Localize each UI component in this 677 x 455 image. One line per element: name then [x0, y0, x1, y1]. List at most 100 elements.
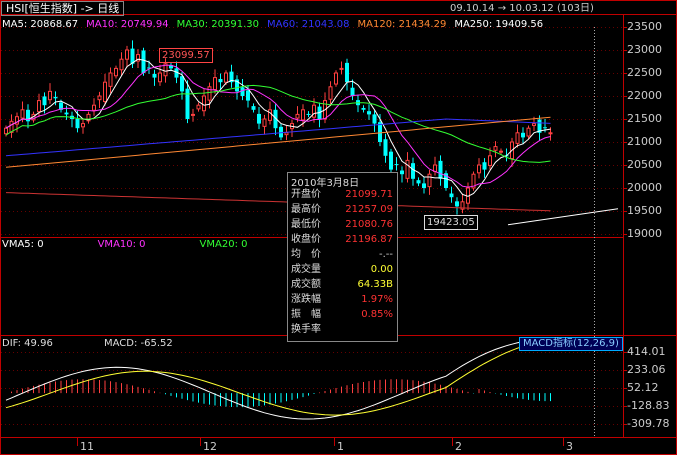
- low-annotation: 19423.05: [424, 215, 478, 230]
- candle-body-up: [202, 95, 206, 112]
- price-axis-label: 22000: [627, 89, 662, 102]
- volume-legend: VMA5: 0 VMA10: 0 VMA20: 0: [2, 238, 302, 251]
- candle-body-up: [532, 123, 536, 126]
- candle-body-down: [240, 87, 245, 96]
- candle-body-up: [191, 113, 195, 116]
- tooltip-label: 收盘价: [291, 234, 321, 245]
- candle-body-up: [427, 173, 432, 188]
- tooltip-row: 收盘价 21196.87: [291, 233, 395, 246]
- macd-axis-label: -309.78: [627, 417, 670, 430]
- candle-body-up: [262, 118, 267, 127]
- macd-axis-label: 233.06: [627, 363, 666, 376]
- candle-body-up: [268, 109, 272, 121]
- candle-body-up: [499, 150, 503, 153]
- candle-body-up: [312, 104, 316, 118]
- tooltip-row: 均 价 -.--: [291, 248, 395, 261]
- candle-body-up: [4, 127, 8, 135]
- time-axis-label: 2: [455, 440, 462, 453]
- candle-body-up: [284, 132, 289, 136]
- candle-body-down: [361, 107, 366, 110]
- tooltip-label: 均 价: [291, 249, 321, 260]
- candle-body-down: [521, 132, 525, 138]
- candle-body-up: [20, 109, 25, 119]
- time-axis-label: 11: [80, 440, 94, 453]
- candle-body-up: [158, 72, 162, 83]
- price-axis-label: 21500: [627, 112, 662, 125]
- macd-axis-label: 52.12: [627, 380, 659, 394]
- symbol-title[interactable]: HSI[恒生指数] -> 日线: [1, 1, 125, 16]
- candle-body-down: [383, 139, 388, 156]
- candle-body-up: [92, 104, 96, 111]
- candle-body-up: [119, 58, 124, 71]
- candle-body-down: [416, 180, 421, 184]
- candle-body-down: [185, 88, 190, 119]
- volume-legend-item: VMA5: 0: [2, 239, 44, 250]
- tooltip-value: 21080.76: [345, 219, 393, 230]
- candle-body-up: [207, 86, 212, 101]
- tooltip-label: 最低价: [291, 219, 321, 230]
- macd-axis-label: -128.83: [627, 398, 670, 412]
- ma250-segment: [507, 208, 619, 226]
- candle-body-down: [482, 162, 487, 170]
- tooltip-label: 最高价: [291, 204, 321, 215]
- candle-body-down: [378, 122, 382, 142]
- price-axis-label: 23000: [627, 43, 662, 56]
- volume-legend-item: VMA20: 0: [199, 239, 248, 250]
- candle-body-up: [515, 132, 520, 144]
- candle-body-up: [97, 95, 102, 101]
- time-axis-label: 12: [203, 440, 217, 453]
- tooltip-label: 成交量: [291, 264, 321, 275]
- candle-body-up: [548, 132, 553, 135]
- candle-body-down: [367, 111, 371, 115]
- tooltip-label: 换手率: [291, 324, 321, 335]
- tooltip-value: 0.85%: [361, 309, 393, 320]
- candle-body-down: [218, 78, 223, 83]
- candle-body-down: [257, 113, 261, 124]
- candle-body-down: [180, 76, 184, 92]
- tooltip-label: 振 幅: [291, 309, 321, 320]
- macd-layer: [5, 338, 551, 420]
- candle-body-up: [405, 159, 410, 179]
- chart-stage[interactable]: HSI[恒生指数] -> 日线 09.10.14 → 10.03.12 (103…: [0, 0, 677, 455]
- price-axis-label: 20500: [627, 158, 662, 171]
- candle-body-down: [306, 113, 311, 115]
- tooltip-value: -.--: [378, 249, 393, 260]
- candle-body-up: [526, 127, 531, 137]
- ohlc-tooltip: 2010年3月8日 开盘价 21099.71 最高价 21257.09 最低价 21080…: [287, 172, 398, 342]
- candle-body-up: [224, 72, 228, 83]
- candle-body-up: [334, 72, 338, 85]
- price-axis-label: 20000: [627, 181, 662, 194]
- tooltip-row: 振 幅 0.85%: [291, 308, 395, 321]
- candle-body-down: [394, 164, 399, 166]
- ma-legend-item: MA30: 20391.30: [176, 19, 260, 30]
- time-axis-label: 3: [566, 440, 573, 453]
- candle-body-down: [389, 151, 393, 170]
- candle-body-up: [48, 90, 52, 101]
- macd-indicator-button[interactable]: MACD指标(12,26,9): [519, 337, 623, 351]
- candle-body-down: [372, 114, 377, 124]
- candle-body-down: [411, 163, 415, 179]
- candle-body-down: [279, 126, 283, 138]
- candle-body-up: [328, 86, 333, 100]
- tooltip-row: 最高价 21257.09: [291, 203, 395, 216]
- tooltip-value: 21099.71: [345, 189, 393, 200]
- dif-value: DIF: 49.96: [2, 338, 53, 349]
- ma10-line: [5, 64, 551, 188]
- candle-body-down: [251, 106, 256, 110]
- price-axis-label: 19000: [627, 227, 662, 240]
- macd-axis-label: 414.01: [627, 345, 666, 358]
- date-range: 09.10.14 → 10.03.12 (103日): [450, 3, 594, 14]
- tooltip-value: 21257.09: [345, 204, 393, 215]
- dif-line: [5, 338, 551, 420]
- tooltip-row: 成交量 0.00: [291, 263, 395, 276]
- tooltip-label: 成交额: [291, 279, 321, 290]
- tooltip-date: 2010年3月8日: [291, 178, 360, 189]
- ma-legend-item: MA60: 21043.08: [267, 19, 350, 30]
- candle-body-down: [53, 96, 58, 99]
- tooltip-row: 成交额 64.33B: [291, 278, 395, 291]
- tooltip-row: 最低价 21080.76: [291, 218, 395, 231]
- candle-body-down: [455, 201, 459, 207]
- tooltip-value: 0.00: [370, 264, 393, 275]
- candle-body-up: [114, 67, 118, 77]
- ma-legend: MA5: 20868.67 MA10: 20749.94 MA30: 20391.3…: [2, 18, 551, 31]
